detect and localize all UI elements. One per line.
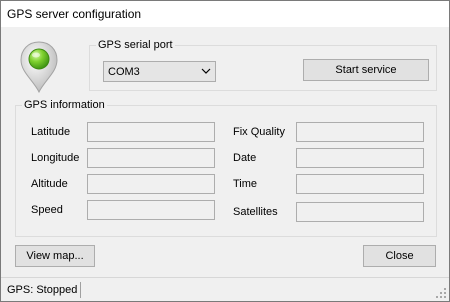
speed-field[interactable] [87, 200, 215, 220]
altitude-field[interactable] [87, 174, 215, 194]
map-pin-icon [20, 41, 58, 93]
serial-port-dropdown[interactable]: COM3 [103, 61, 216, 82]
status-bar: GPS: Stopped [1, 277, 449, 301]
gps-status-text: GPS: Stopped [7, 284, 78, 296]
longitude-field[interactable] [87, 148, 215, 168]
resize-grip-icon[interactable] [435, 287, 447, 299]
date-label: Date [233, 152, 257, 164]
window-title: GPS server configuration [7, 7, 142, 21]
satellites-field[interactable] [296, 202, 424, 222]
altitude-label: Altitude [31, 178, 68, 190]
fix-quality-field[interactable] [296, 122, 424, 142]
view-map-button[interactable]: View map... [15, 245, 95, 267]
serial-port-group-label: GPS serial port [98, 39, 173, 51]
latitude-field[interactable] [87, 122, 215, 142]
fix-quality-label: Fix Quality [233, 126, 285, 138]
time-field[interactable] [296, 174, 424, 194]
gps-config-window: GPS server configuration GPS serial port… [0, 0, 450, 302]
start-service-button[interactable]: Start service [303, 59, 429, 81]
satellites-label: Satellites [233, 206, 278, 218]
chevron-down-icon [201, 68, 211, 74]
gps-information-group-label: GPS information [24, 99, 105, 111]
time-label: Time [233, 178, 258, 190]
status-separator [80, 282, 81, 298]
serial-port-value: COM3 [108, 66, 140, 78]
latitude-label: Latitude [31, 126, 71, 138]
speed-label: Speed [31, 204, 63, 216]
date-field[interactable] [296, 148, 424, 168]
longitude-label: Longitude [31, 152, 80, 164]
title-bar: GPS server configuration [1, 1, 449, 27]
close-button[interactable]: Close [363, 245, 436, 267]
